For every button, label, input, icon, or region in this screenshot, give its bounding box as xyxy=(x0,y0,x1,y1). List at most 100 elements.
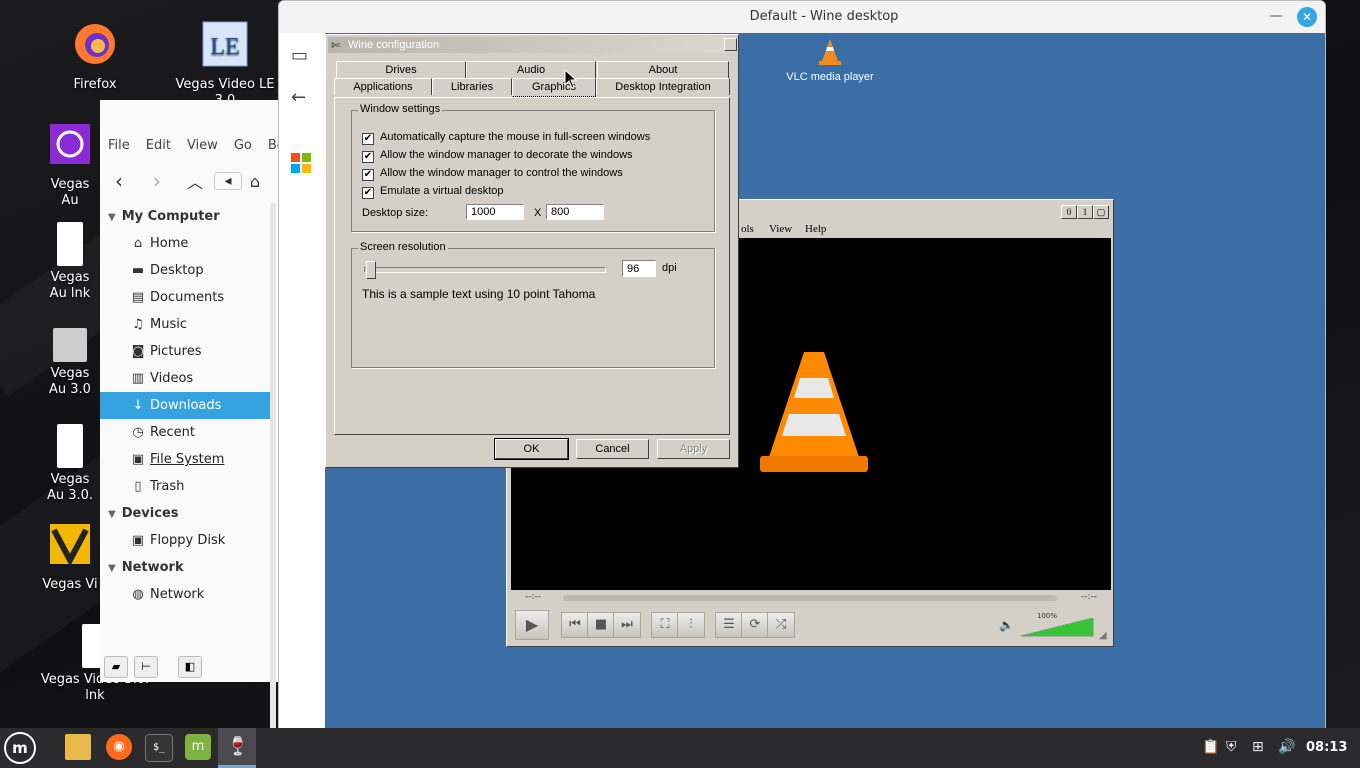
vlc-seek-bar[interactable]: --:-- --:-- xyxy=(511,590,1111,606)
mint-menu-icon[interactable]: m xyxy=(4,732,36,764)
section-devices[interactable]: ▼ Devices xyxy=(100,500,270,527)
desktop-width-field[interactable] xyxy=(466,204,524,220)
dpi-slider-track[interactable] xyxy=(364,267,606,273)
tab-applications[interactable]: Applications xyxy=(334,78,432,95)
wine-configuration-dialog: ✄ Wine configuration Drives Audio About … xyxy=(325,34,739,468)
apply-button[interactable]: Apply xyxy=(657,439,730,459)
clipboard-icon[interactable]: 📋 xyxy=(1202,739,1219,755)
taskbar-firefox[interactable]: ◉ xyxy=(99,728,137,768)
vlc-menu-help[interactable]: Help xyxy=(805,223,826,235)
vlc-minimize-button[interactable]: 0 xyxy=(1061,205,1077,219)
menu-go[interactable]: Go xyxy=(226,138,260,153)
vlc-maximize-button[interactable]: 1 xyxy=(1077,205,1093,219)
desktop-icon-vegas-audio-lnk[interactable]: Vegas Au lnk xyxy=(40,222,100,302)
wm-decorate-checkbox[interactable]: ✔ Allow the window manager to decorate th… xyxy=(362,147,633,163)
path-left-icon[interactable]: ◂ xyxy=(214,172,242,190)
virtual-desktop-checkbox[interactable]: ✔ Emulate a virtual desktop xyxy=(362,183,504,199)
file-manager-menubar: File Edit View Go Bo xyxy=(100,130,285,160)
desktop-icon-vegas-le[interactable]: LE Vegas Video LE 3.0 xyxy=(170,20,280,109)
minimize-icon[interactable]: — xyxy=(1269,8,1283,24)
up-icon[interactable]: ︿ xyxy=(176,169,214,193)
mouse-cursor-icon xyxy=(564,69,578,89)
sidebar-item-videos[interactable]: ▥ Videos xyxy=(100,365,270,392)
sidebar-item-home[interactable]: ⌂ Home xyxy=(100,230,270,257)
resize-grip-icon[interactable]: ◢ xyxy=(1099,630,1107,641)
tree-view-icon[interactable]: ⊢ xyxy=(134,656,158,678)
section-my-computer[interactable]: ▼ My Computer xyxy=(100,203,270,230)
tab-about[interactable]: About xyxy=(597,61,729,78)
ok-button[interactable]: OK xyxy=(494,438,569,460)
vegas-audio-3-icon xyxy=(53,328,87,362)
wine-desktop-icon-vlc[interactable]: VLC media player xyxy=(785,37,875,84)
taskbar-mint-update[interactable]: m xyxy=(178,728,216,768)
loop-icon[interactable]: ⟳ xyxy=(741,612,769,638)
volume-slider[interactable]: 🔈 100% xyxy=(999,612,1095,637)
sidebar-item-documents[interactable]: ▤ Documents xyxy=(100,284,270,311)
vlc-controls: ▶ ⏮ ■ ⏭ ⛶ ⫶ ☰ ⟳ ⤮ 🔈 100% ◢ xyxy=(511,608,1111,642)
menu-file[interactable]: File xyxy=(100,138,138,153)
places-view-icon[interactable]: ▰ xyxy=(104,656,128,678)
sidebar-item-file-system[interactable]: ▣ File System xyxy=(100,446,270,473)
sidebar-item-downloads[interactable]: ↓ Downloads xyxy=(100,392,270,419)
sidebar-item-network[interactable]: ◍ Network xyxy=(100,581,270,608)
clock[interactable]: 08:13 xyxy=(1306,740,1347,755)
cancel-button[interactable]: Cancel xyxy=(576,439,649,459)
taskbar-files[interactable] xyxy=(58,728,96,768)
sidebar-item-music[interactable]: ♫ Music xyxy=(100,311,270,338)
stop-icon[interactable]: ■ xyxy=(587,612,615,638)
next-icon[interactable]: ⏭ xyxy=(613,612,641,638)
volume-icon[interactable]: 🔊 xyxy=(1278,739,1295,755)
tab-desktop-integration[interactable]: Desktop Integration xyxy=(596,78,730,95)
taskbar-terminal[interactable]: $_ xyxy=(138,728,176,768)
size-x-label: X xyxy=(534,207,542,219)
firefox-icon: ◉ xyxy=(106,734,132,760)
playlist-icon[interactable]: ☰ xyxy=(715,612,743,638)
sidebar-item-floppy[interactable]: ▣ Floppy Disk xyxy=(100,527,270,554)
menu-view[interactable]: View xyxy=(179,138,226,153)
svg-text:LE: LE xyxy=(210,34,239,60)
sidebar-item-pictures[interactable]: ◙ Pictures xyxy=(100,338,270,365)
play-icon[interactable]: ▶ xyxy=(515,610,549,640)
dpi-field[interactable] xyxy=(622,260,656,277)
desktop-icon-vegas-video[interactable]: Vegas Vi xyxy=(40,520,100,593)
vlc-menu-tools[interactable]: ols xyxy=(741,223,754,235)
shuffle-icon[interactable]: ⤮ xyxy=(767,612,795,638)
desktop-height-field[interactable] xyxy=(546,204,604,220)
forward-icon[interactable]: › xyxy=(138,169,176,193)
back-arrow-icon[interactable]: ← xyxy=(291,87,306,108)
desktop-icon-vegas-audio-3[interactable]: Vegas Au 3.0 xyxy=(40,328,100,398)
desktop-icon-vegas-audio[interactable]: Vegas Au xyxy=(40,120,100,209)
equalizer-icon[interactable]: ⫶ xyxy=(677,612,705,638)
vlc-menu-view[interactable]: View xyxy=(769,223,792,235)
sidebar-item-trash[interactable]: ▯ Trash xyxy=(100,473,270,500)
toggle-sidebar-icon[interactable]: ◧ xyxy=(178,656,202,678)
desktop-icon-vegas-audio-3b[interactable]: Vegas Au 3.0. xyxy=(40,424,100,504)
sidebar-item-recent[interactable]: ◷ Recent xyxy=(100,419,270,446)
capture-mouse-checkbox[interactable]: ✔ Automatically capture the mouse in full… xyxy=(362,129,650,145)
archive-icon[interactable]: ▭ xyxy=(291,45,308,66)
vlc-seek-track[interactable] xyxy=(563,595,1057,601)
sample-text: This is a sample text using 10 point Tah… xyxy=(362,287,596,301)
tab-drives[interactable]: Drives xyxy=(336,61,466,78)
maximize-icon[interactable] xyxy=(724,38,737,51)
dpi-slider-thumb[interactable] xyxy=(366,261,376,279)
file-manager-statusbar: ▰ ⊢ ◧ xyxy=(100,653,284,681)
wm-control-checkbox[interactable]: ✔ Allow the window manager to control the… xyxy=(362,165,623,181)
taskbar-wine[interactable]: 🍷 xyxy=(218,728,256,768)
home-icon[interactable]: ⌂ xyxy=(242,172,268,191)
desktop-icon-firefox[interactable]: Firefox xyxy=(40,20,150,93)
vlc-close-button[interactable]: ▢ xyxy=(1093,205,1109,219)
fullscreen-icon[interactable]: ⛶ xyxy=(651,612,679,638)
tab-graphics[interactable]: Graphics xyxy=(512,78,596,97)
sidebar-item-desktop[interactable]: ▬ Desktop xyxy=(100,257,270,284)
network-icon[interactable]: ⊞ xyxy=(1252,739,1264,755)
menu-edit[interactable]: Edit xyxy=(138,138,179,153)
close-icon[interactable]: ✕ xyxy=(1297,7,1317,27)
tab-libraries[interactable]: Libraries xyxy=(432,78,512,95)
previous-icon[interactable]: ⏮ xyxy=(561,612,589,638)
back-icon[interactable]: ‹ xyxy=(100,169,138,193)
shield-icon[interactable]: ⛨ xyxy=(1226,739,1237,755)
window-settings-legend: Window settings xyxy=(358,103,443,115)
section-network[interactable]: ▼ Network xyxy=(100,554,270,581)
vegas-le-icon: LE xyxy=(202,21,248,67)
